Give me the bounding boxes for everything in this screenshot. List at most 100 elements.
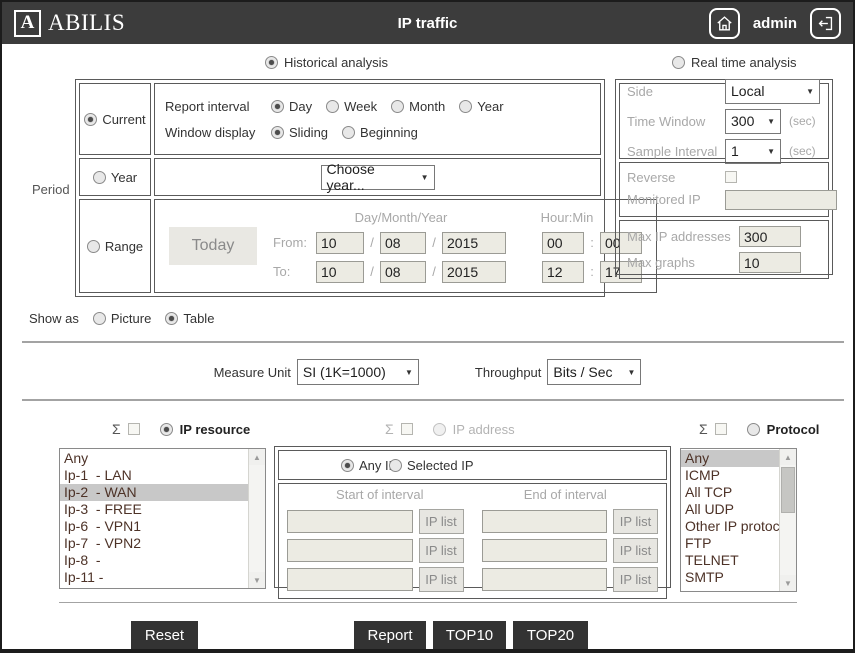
- list-item[interactable]: Ip-1 - LAN: [60, 467, 248, 484]
- ip-resource-listbox[interactable]: Any Ip-1 - LAN Ip-2 - WAN Ip-3 - FREE Ip-6 -…: [59, 448, 266, 589]
- list-item[interactable]: Any: [60, 450, 248, 467]
- protocol-radio[interactable]: [746, 422, 760, 436]
- to-month-input[interactable]: [380, 260, 426, 283]
- any-ip-radio[interactable]: [341, 458, 354, 472]
- reset-button[interactable]: Reset: [131, 621, 198, 649]
- max-ip-input[interactable]: [739, 226, 801, 247]
- period-label: Period: [32, 182, 70, 197]
- list-item[interactable]: Ip-6 - VPN1: [60, 518, 248, 535]
- logout-icon[interactable]: [810, 7, 841, 39]
- sample-interval-select[interactable]: 1 ▼: [725, 138, 781, 164]
- scroll-up-icon[interactable]: ▲: [780, 449, 796, 465]
- period-range-cell[interactable]: Range: [79, 199, 151, 293]
- window-beginning-radio[interactable]: [342, 125, 356, 139]
- home-icon[interactable]: [708, 7, 740, 39]
- period-year-cell[interactable]: Year: [79, 158, 151, 196]
- interval-year-option[interactable]: Year: [459, 99, 504, 114]
- end-interval-input[interactable]: [481, 568, 607, 591]
- scroll-down-icon[interactable]: ▼: [780, 575, 796, 591]
- from-hour-input[interactable]: [542, 231, 584, 254]
- throughput-select[interactable]: Bits / Sec ▼: [547, 359, 642, 385]
- side-select[interactable]: Local ▼: [725, 78, 820, 104]
- list-item[interactable]: Ip-7 - VPN2: [60, 535, 248, 552]
- selected-ip-option[interactable]: Selected IP: [389, 458, 474, 473]
- scrollbar[interactable]: ▲ ▼: [248, 449, 265, 588]
- scroll-thumb[interactable]: [781, 467, 795, 513]
- time-window-select[interactable]: 300 ▼: [725, 108, 781, 134]
- interval-month-option[interactable]: Month: [391, 99, 445, 114]
- interval-year-radio[interactable]: [459, 99, 473, 113]
- max-graphs-input[interactable]: [739, 252, 801, 273]
- ip-resource-sum-checkbox[interactable]: [127, 423, 140, 435]
- list-item[interactable]: Any: [681, 450, 779, 467]
- scroll-up-icon[interactable]: ▲: [249, 449, 265, 465]
- top20-button[interactable]: TOP20: [513, 621, 588, 649]
- list-item[interactable]: ICMP: [681, 467, 779, 484]
- top10-button[interactable]: TOP10: [433, 621, 506, 649]
- period-current-cell[interactable]: Current: [79, 83, 151, 155]
- list-item[interactable]: All UDP: [681, 501, 779, 518]
- realtime-analysis-option[interactable]: Real time analysis: [672, 55, 797, 70]
- period-current-radio[interactable]: [84, 112, 98, 126]
- monitored-ip-input[interactable]: [725, 189, 837, 210]
- selected-ip-radio[interactable]: [389, 458, 402, 472]
- list-item[interactable]: Ip-8 -: [60, 552, 248, 569]
- start-interval-input[interactable]: [287, 568, 413, 591]
- protocol-listbox[interactable]: Any ICMP All TCP All UDP Other IP protocol FT…: [680, 448, 797, 592]
- show-as-table-option[interactable]: Table: [165, 311, 214, 326]
- to-hour-input[interactable]: [542, 260, 584, 283]
- protocol-group: Σ Protocol: [699, 421, 819, 437]
- start-interval-input[interactable]: [287, 510, 413, 533]
- ip-list-button[interactable]: IP list: [418, 538, 464, 563]
- window-beginning-option[interactable]: Beginning: [342, 125, 418, 140]
- measure-row: Measure Unit SI (1K=1000) ▼ Throughput B…: [2, 359, 853, 385]
- ip-address-radio[interactable]: [432, 422, 446, 436]
- ip-list-button[interactable]: IP list: [613, 538, 658, 563]
- ip-resource-radio[interactable]: [159, 422, 173, 436]
- from-month-input[interactable]: [380, 231, 426, 254]
- from-day-input[interactable]: [316, 231, 364, 254]
- ip-list-button[interactable]: IP list: [613, 509, 658, 534]
- ip-list-button[interactable]: IP list: [418, 509, 464, 534]
- to-year-input[interactable]: [442, 260, 506, 283]
- from-year-input[interactable]: [442, 231, 506, 254]
- historical-analysis-option[interactable]: Historical analysis: [265, 55, 388, 70]
- end-interval-input[interactable]: [481, 539, 607, 562]
- reverse-checkbox[interactable]: [725, 171, 737, 183]
- show-as-table-radio[interactable]: [165, 312, 179, 325]
- list-item[interactable]: TELNET: [681, 552, 779, 569]
- interval-day-radio[interactable]: [271, 99, 284, 113]
- measure-unit-select[interactable]: SI (1K=1000) ▼: [296, 359, 419, 385]
- end-interval-input[interactable]: [481, 510, 607, 533]
- show-as-picture-option[interactable]: Picture: [92, 311, 151, 326]
- show-as-picture-radio[interactable]: [92, 312, 106, 325]
- realtime-analysis-radio[interactable]: [672, 56, 685, 69]
- choose-year-select[interactable]: Choose year... ▼: [320, 161, 435, 193]
- to-day-input[interactable]: [316, 260, 364, 283]
- list-item[interactable]: All TCP: [681, 484, 779, 501]
- ip-address-sum-checkbox[interactable]: [400, 423, 413, 435]
- list-item[interactable]: FTP: [681, 535, 779, 552]
- ip-list-button[interactable]: IP list: [613, 567, 658, 592]
- today-button[interactable]: Today: [169, 227, 257, 265]
- interval-week-option[interactable]: Week: [326, 99, 377, 114]
- window-sliding-option[interactable]: Sliding: [271, 125, 328, 140]
- scroll-down-icon[interactable]: ▼: [249, 572, 265, 588]
- interval-day-option[interactable]: Day: [271, 99, 312, 114]
- list-item[interactable]: SMTP: [681, 569, 779, 586]
- list-item[interactable]: Other IP protocol: [681, 518, 791, 535]
- list-item[interactable]: Ip-2 - WAN: [60, 484, 248, 501]
- protocol-sum-checkbox[interactable]: [714, 423, 727, 435]
- ip-list-button[interactable]: IP list: [418, 567, 464, 592]
- start-interval-input[interactable]: [287, 539, 413, 562]
- scrollbar[interactable]: ▲ ▼: [779, 449, 796, 591]
- report-button[interactable]: Report: [354, 621, 426, 649]
- list-item[interactable]: Ip-11 -: [60, 569, 248, 586]
- window-sliding-radio[interactable]: [271, 125, 284, 139]
- period-range-radio[interactable]: [86, 239, 100, 253]
- interval-month-radio[interactable]: [391, 99, 405, 113]
- interval-week-radio[interactable]: [326, 99, 340, 113]
- list-item[interactable]: Ip-3 - FREE: [60, 501, 248, 518]
- historical-analysis-radio[interactable]: [265, 56, 278, 69]
- period-year-radio[interactable]: [92, 170, 106, 184]
